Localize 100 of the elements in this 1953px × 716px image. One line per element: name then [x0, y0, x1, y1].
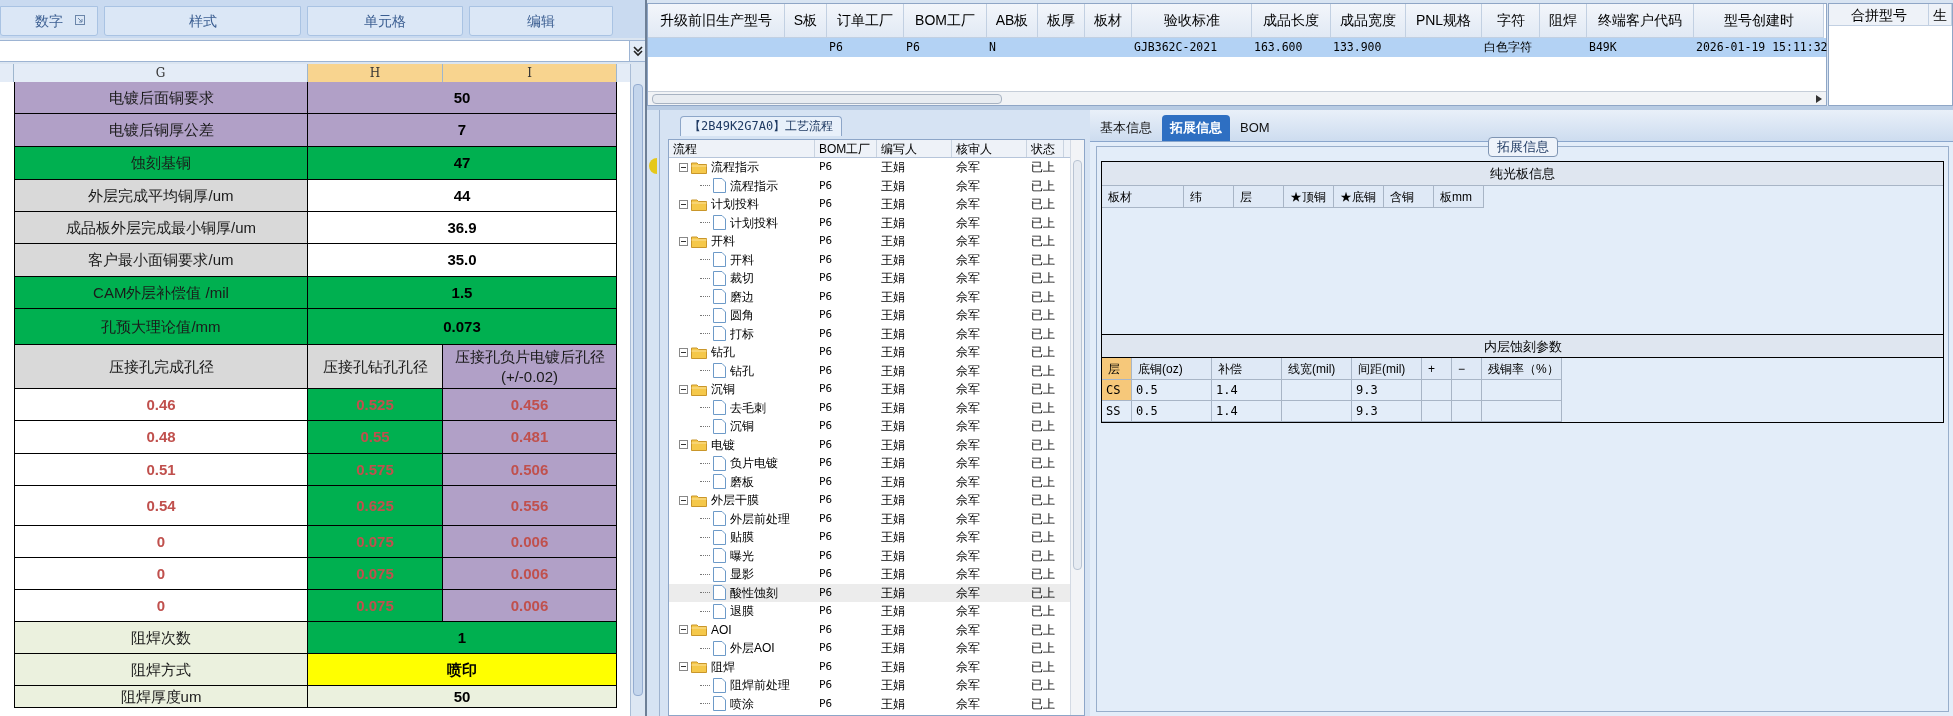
- table-cell-text: P6: [818, 233, 834, 249]
- collapse-icon[interactable]: [679, 384, 688, 394]
- column-header[interactable]: S板: [785, 4, 827, 38]
- table-cell-text: P6: [818, 362, 834, 379]
- horizontal-scrollbar[interactable]: [648, 91, 1826, 105]
- column-header[interactable]: 含铜: [1384, 186, 1434, 208]
- column-header[interactable]: 板厚: [1038, 4, 1085, 38]
- table-cell-text: 王娟: [880, 436, 906, 454]
- tree-item-label: 开料: [711, 233, 735, 251]
- table-cell-text: 王娟: [880, 640, 906, 658]
- column-header[interactable]: 型号创建时: [1694, 4, 1824, 38]
- column-header[interactable]: I: [443, 64, 617, 82]
- column-header[interactable]: 底铜(oz): [1132, 358, 1212, 380]
- table-row[interactable]: P6 P6 N GJB362C-2021 163.600 133.900 白色字符 B49K 2026-01-19 15:11:32: [648, 38, 1826, 57]
- vertical-scrollbar[interactable]: [1070, 140, 1084, 715]
- table-cell: CAM外层补偿值 /mil: [14, 277, 308, 309]
- column-header[interactable]: H: [308, 64, 443, 82]
- row-header[interactable]: SS: [1102, 401, 1132, 422]
- column-header[interactable]: 阻焊: [1540, 4, 1587, 38]
- column-header[interactable]: 线宽(mil): [1282, 358, 1352, 380]
- column-header[interactable]: BOM工厂: [815, 140, 877, 157]
- table-cell: 0.506: [443, 454, 617, 486]
- table-cell: 孔预大理论值/mm: [14, 309, 308, 345]
- column-header[interactable]: 升级前旧生产型号: [648, 4, 785, 38]
- table-cell: 压接孔完成孔径: [14, 345, 308, 389]
- table-cell-text: 王娟: [880, 399, 906, 417]
- table-cell-text: 王娟: [880, 473, 906, 491]
- collapse-icon[interactable]: [679, 495, 688, 505]
- column-header[interactable]: 补偿: [1212, 358, 1282, 380]
- tab[interactable]: BOM: [1232, 115, 1278, 141]
- file-icon: [713, 548, 726, 564]
- column-header[interactable]: 板材: [1085, 4, 1132, 38]
- column-header[interactable]: G: [14, 64, 308, 82]
- column-header[interactable]: 核审人: [952, 140, 1027, 157]
- collapse-icon[interactable]: [679, 199, 688, 209]
- column-header[interactable]: 生: [1929, 4, 1952, 26]
- table-cell: 0.075: [308, 590, 443, 622]
- table-cell-text: P6: [818, 177, 834, 194]
- column-header[interactable]: 订单工厂: [827, 4, 904, 38]
- file-icon: [713, 511, 726, 527]
- column-header[interactable]: 残铜率（%）: [1482, 358, 1562, 380]
- column-header[interactable]: 状态: [1027, 140, 1064, 157]
- column-header[interactable]: 层: [1102, 358, 1132, 380]
- tree-item-label: 去毛刺: [730, 399, 766, 417]
- scroll-right-icon[interactable]: [1816, 94, 1822, 103]
- table-cell: 50: [308, 686, 617, 708]
- tab[interactable]: 拓展信息: [1162, 115, 1230, 141]
- table-cell: 喷印: [308, 654, 617, 686]
- collapse-icon[interactable]: [679, 347, 688, 357]
- column-header[interactable]: 编写人: [877, 140, 952, 157]
- collapse-icon[interactable]: [679, 662, 688, 672]
- vertical-scrollbar[interactable]: [630, 64, 645, 716]
- column-header[interactable]: 间距(mil): [1352, 358, 1422, 380]
- collapse-icon[interactable]: [679, 236, 688, 246]
- table-cell: 0.075: [308, 526, 443, 558]
- table-cell-text: 佘军: [955, 584, 981, 602]
- tree-item-label: 酸性蚀刻: [730, 584, 778, 602]
- column-header[interactable]: 板mm: [1434, 186, 1484, 208]
- table-cell-text: 已上: [1030, 529, 1056, 547]
- column-header[interactable]: 合拼型号: [1829, 4, 1929, 26]
- column-header[interactable]: 流程: [669, 140, 815, 157]
- table-cell-text: 王娟: [880, 510, 906, 528]
- table-cell-text: P6: [818, 307, 834, 323]
- column-header[interactable]: ★顶铜: [1284, 186, 1334, 208]
- expand-formula-button[interactable]: [629, 41, 645, 61]
- table-cell-text: 王娟: [880, 251, 906, 269]
- column-header[interactable]: ★底铜: [1334, 186, 1384, 208]
- table-cell-text: 王娟: [880, 418, 906, 436]
- column-header[interactable]: BOM工厂: [904, 4, 987, 38]
- column-header[interactable]: 成品长度: [1252, 4, 1331, 38]
- column-header[interactable]: +: [1422, 358, 1452, 380]
- column-header[interactable]: AB板: [987, 4, 1038, 38]
- column-header[interactable]: −: [1452, 358, 1482, 380]
- column-header[interactable]: 成品宽度: [1331, 4, 1406, 38]
- collapse-icon[interactable]: [679, 625, 688, 635]
- collapse-icon[interactable]: [679, 440, 688, 450]
- table-cell-text: 已上: [1030, 399, 1056, 417]
- table-cell-text: 王娟: [880, 621, 906, 639]
- column-header[interactable]: PNL规格: [1406, 4, 1482, 38]
- tree-item-label: 沉铜: [730, 418, 754, 436]
- tab[interactable]: 基本信息: [1092, 115, 1160, 141]
- column-header[interactable]: 终端客户代码: [1587, 4, 1694, 38]
- table-cell: P6: [906, 40, 920, 54]
- column-header[interactable]: 板材: [1102, 186, 1184, 208]
- column-header[interactable]: 纬: [1184, 186, 1234, 208]
- row-header[interactable]: CS: [1102, 380, 1132, 401]
- table-cell-text: 已上: [1030, 603, 1056, 621]
- column-header[interactable]: 层: [1234, 186, 1284, 208]
- table-cell: 阻焊方式: [14, 654, 308, 686]
- collapse-icon[interactable]: [679, 162, 688, 172]
- tree-item-label: 外层干膜: [711, 492, 759, 510]
- table-cell-text: P6: [818, 399, 834, 416]
- table-cell: 0: [14, 526, 308, 558]
- table-cell-text: 佘军: [955, 695, 981, 713]
- table-cell-text: 佘军: [955, 307, 981, 325]
- dialog-launcher-icon[interactable]: [75, 15, 85, 25]
- table-cell: 9.3: [1352, 401, 1422, 422]
- tree-item-label: 外层AOI: [730, 640, 775, 658]
- column-header[interactable]: 字符: [1482, 4, 1540, 38]
- column-header[interactable]: 验收标准: [1132, 4, 1252, 38]
